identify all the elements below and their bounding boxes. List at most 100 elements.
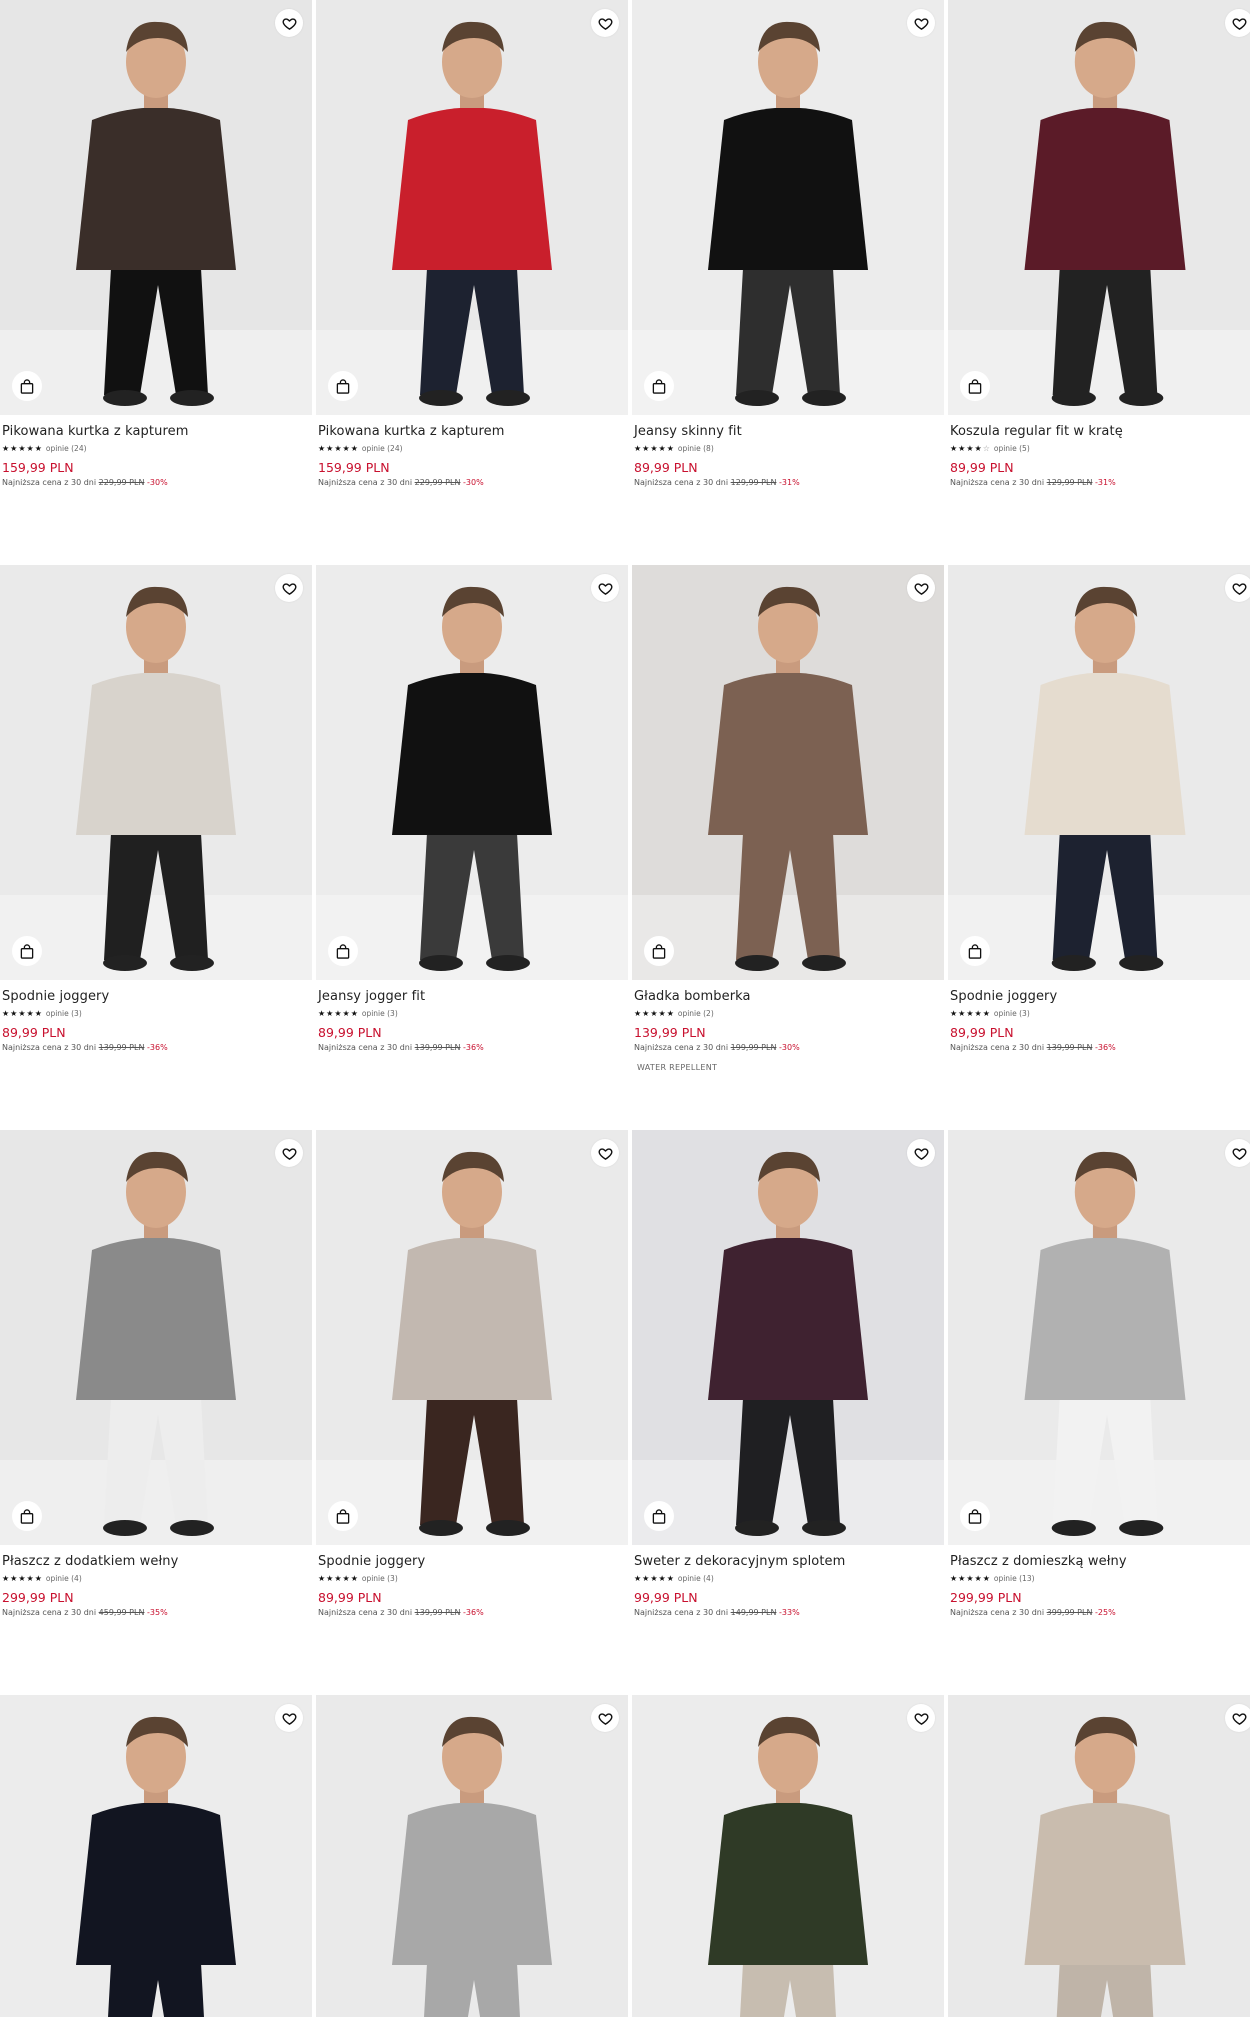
- star-icon: ★: [350, 444, 358, 453]
- product-card-2[interactable]: Pikowana kurtka z kapturem ★ ★ ★ ★ ★ opinie …: [316, 0, 628, 565]
- product-image[interactable]: [632, 1130, 944, 1545]
- add-to-cart-button[interactable]: [328, 1501, 358, 1531]
- add-to-cart-button[interactable]: [960, 936, 990, 966]
- reviews-count[interactable]: opinie (3): [362, 1009, 398, 1018]
- product-price: 89,99 PLN: [318, 1590, 382, 1605]
- add-to-wishlist-button[interactable]: [1225, 1139, 1250, 1167]
- product-image[interactable]: [0, 565, 312, 980]
- add-to-wishlist-button[interactable]: [1225, 1704, 1250, 1732]
- reviews-count[interactable]: opinie (4): [678, 1574, 714, 1583]
- product-image[interactable]: [948, 1695, 1250, 2017]
- star-icon: ★: [318, 1574, 326, 1583]
- product-card-12[interactable]: Płaszcz z domieszką wełny ★ ★ ★ ★ ★ opinie (…: [948, 1130, 1250, 1695]
- reviews-count[interactable]: opinie (3): [46, 1009, 82, 1018]
- add-to-wishlist-button[interactable]: [907, 1139, 935, 1167]
- star-icon: ★: [326, 1009, 334, 1018]
- reviews-count[interactable]: opinie (4): [46, 1574, 82, 1583]
- add-to-cart-button[interactable]: [644, 1501, 674, 1531]
- add-to-cart-button[interactable]: [12, 371, 42, 401]
- add-to-wishlist-button[interactable]: [1225, 574, 1250, 602]
- product-card-16[interactable]: [948, 1695, 1250, 2017]
- add-to-cart-button[interactable]: [644, 371, 674, 401]
- add-to-wishlist-button[interactable]: [275, 1139, 303, 1167]
- product-image[interactable]: [632, 0, 944, 415]
- add-to-cart-button[interactable]: [960, 371, 990, 401]
- product-rating: ★ ★ ★ ★ ★ opinie (3): [950, 1008, 1250, 1019]
- product-name[interactable]: Gładka bomberka: [634, 988, 942, 1005]
- lowest-price-30-days: Najniższa cena z 30 dni 139,99 PLN -36%: [2, 1043, 310, 1052]
- reviews-count[interactable]: opinie (3): [362, 1574, 398, 1583]
- product-image[interactable]: [0, 1695, 312, 2017]
- product-name[interactable]: Płaszcz z dodatkiem wełny: [2, 1553, 310, 1570]
- product-card-14[interactable]: [316, 1695, 628, 2017]
- product-card-1[interactable]: Pikowana kurtka z kapturem ★ ★ ★ ★ ★ opinie …: [0, 0, 312, 565]
- product-image[interactable]: [948, 565, 1250, 980]
- reviews-count[interactable]: opinie (24): [46, 444, 87, 453]
- product-image[interactable]: [316, 565, 628, 980]
- add-to-cart-button[interactable]: [328, 371, 358, 401]
- add-to-wishlist-button[interactable]: [275, 1704, 303, 1732]
- product-image[interactable]: [0, 0, 312, 415]
- add-to-wishlist-button[interactable]: [907, 1704, 935, 1732]
- product-rating: ★ ★ ★ ★ ★ opinie (4): [2, 1573, 310, 1584]
- product-image[interactable]: [948, 0, 1250, 415]
- product-card-11[interactable]: Sweter z dekoracyjnym splotem ★ ★ ★ ★ ★ opin…: [632, 1130, 944, 1695]
- product-card-13[interactable]: [0, 1695, 312, 2017]
- add-to-wishlist-button[interactable]: [591, 1139, 619, 1167]
- add-to-wishlist-button[interactable]: [907, 9, 935, 37]
- reviews-count[interactable]: opinie (24): [362, 444, 403, 453]
- product-image[interactable]: [632, 565, 944, 980]
- product-card-6[interactable]: Jeansy jogger fit ★ ★ ★ ★ ★ opinie (3) 89,99…: [316, 565, 628, 1130]
- star-icon: ★: [634, 444, 642, 453]
- product-name[interactable]: Pikowana kurtka z kapturem: [2, 423, 310, 440]
- product-name[interactable]: Sweter z dekoracyjnym splotem: [634, 1553, 942, 1570]
- add-to-cart-button[interactable]: [644, 936, 674, 966]
- reviews-count[interactable]: opinie (3): [994, 1009, 1030, 1018]
- product-card-5[interactable]: Spodnie joggery ★ ★ ★ ★ ★ opinie (3) 89,99 P…: [0, 565, 312, 1130]
- reviews-count[interactable]: opinie (8): [678, 444, 714, 453]
- star-icon: ★: [318, 1009, 326, 1018]
- add-to-wishlist-button[interactable]: [591, 1704, 619, 1732]
- product-name[interactable]: Koszula regular fit w kratę: [950, 423, 1250, 440]
- product-image[interactable]: [316, 0, 628, 415]
- product-image[interactable]: [0, 1130, 312, 1545]
- add-to-wishlist-button[interactable]: [591, 9, 619, 37]
- add-to-cart-button[interactable]: [12, 936, 42, 966]
- reviews-count[interactable]: opinie (2): [678, 1009, 714, 1018]
- add-to-cart-button[interactable]: [328, 936, 358, 966]
- product-image[interactable]: [632, 1695, 944, 2017]
- product-name[interactable]: Płaszcz z domieszką wełny: [950, 1553, 1250, 1570]
- add-to-cart-button[interactable]: [960, 1501, 990, 1531]
- product-name[interactable]: Jeansy jogger fit: [318, 988, 626, 1005]
- product-card-4[interactable]: Koszula regular fit w kratę ★ ★ ★ ★ ☆ opinie…: [948, 0, 1250, 565]
- product-card-7[interactable]: Gładka bomberka ★ ★ ★ ★ ★ opinie (2) 139,99 …: [632, 565, 944, 1130]
- product-image[interactable]: [316, 1130, 628, 1545]
- star-icon: ★: [334, 1574, 342, 1583]
- product-name[interactable]: Jeansy skinny fit: [634, 423, 942, 440]
- model-photo: [948, 1130, 1250, 1545]
- add-to-cart-button[interactable]: [12, 1501, 42, 1531]
- product-info: Sweter z dekoracyjnym splotem ★ ★ ★ ★ ★ opin…: [632, 1545, 944, 1617]
- shopping-bag-icon: [20, 943, 34, 959]
- product-image[interactable]: [316, 1695, 628, 2017]
- product-card-15[interactable]: [632, 1695, 944, 2017]
- product-card-9[interactable]: Płaszcz z dodatkiem wełny ★ ★ ★ ★ ★ opinie (…: [0, 1130, 312, 1695]
- add-to-wishlist-button[interactable]: [1225, 9, 1250, 37]
- product-image[interactable]: [948, 1130, 1250, 1545]
- star-icon: ★: [350, 1009, 358, 1018]
- add-to-wishlist-button[interactable]: [275, 574, 303, 602]
- reviews-count[interactable]: opinie (13): [994, 1574, 1035, 1583]
- product-card-8[interactable]: Spodnie joggery ★ ★ ★ ★ ★ opinie (3) 89,99 P…: [948, 565, 1250, 1130]
- product-card-3[interactable]: Jeansy skinny fit ★ ★ ★ ★ ★ opinie (8) 89,99…: [632, 0, 944, 565]
- add-to-wishlist-button[interactable]: [907, 574, 935, 602]
- add-to-wishlist-button[interactable]: [591, 574, 619, 602]
- product-name[interactable]: Spodnie joggery: [318, 1553, 626, 1570]
- reviews-count[interactable]: opinie (5): [994, 444, 1030, 453]
- product-name[interactable]: Pikowana kurtka z kapturem: [318, 423, 626, 440]
- star-icon: ★: [634, 1574, 642, 1583]
- product-card-10[interactable]: Spodnie joggery ★ ★ ★ ★ ★ opinie (3) 89,99 P…: [316, 1130, 628, 1695]
- product-name[interactable]: Spodnie joggery: [950, 988, 1250, 1005]
- product-name[interactable]: Spodnie joggery: [2, 988, 310, 1005]
- add-to-wishlist-button[interactable]: [275, 9, 303, 37]
- star-icon: ★: [2, 1009, 10, 1018]
